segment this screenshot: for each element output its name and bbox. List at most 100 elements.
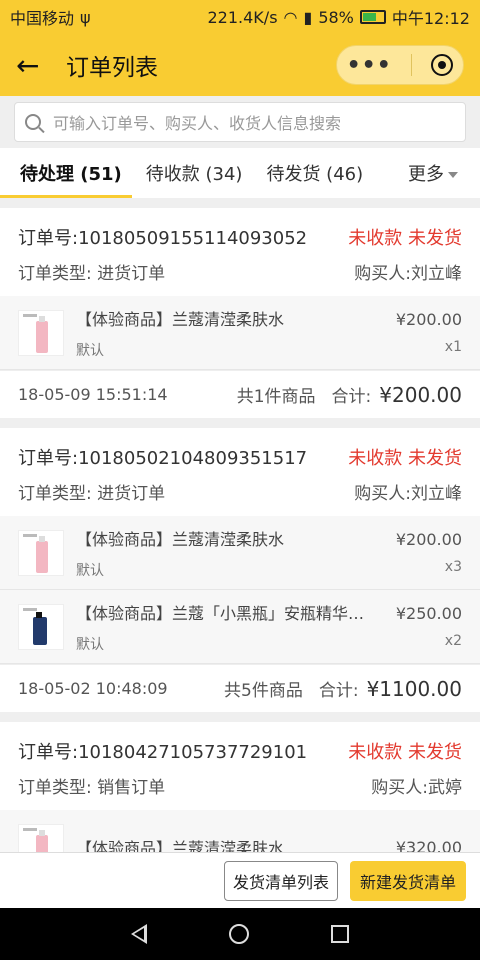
new-shipping-list-button[interactable]: 新建发货清单 [350,861,466,901]
order-header: 订单号:10180509155114093052 未收款 未发货 订单类型: 进… [0,208,480,296]
battery-icon [359,10,386,24]
order-type: 订单类型: 销售订单 [18,777,166,798]
nav-bar: ← 订单列表 ••• [0,34,480,96]
order-total-label: 合计: [331,387,372,407]
item-qty: x3 [444,559,462,575]
order-total-value: ¥1100.00 [366,677,462,701]
usb-icon: ψ [80,7,91,27]
order-number: 订单号:10180502104809351517 [18,448,308,469]
page-title: 订单列表 [66,55,158,81]
item-info: 【体验商品】兰蔻清滢柔肤水 默认 [76,526,396,580]
item-qty: x1 [444,339,462,355]
item-qty: x2 [444,633,462,649]
shipping-list-button[interactable]: 发货清单列表 [224,861,338,901]
tab-awaiting-shipment[interactable]: 待发货 (46) [266,148,363,198]
capsule-divider [411,54,413,76]
chevron-down-icon [448,172,458,178]
product-thumbnail [18,529,64,576]
order-total: 合计: ¥1100.00 [319,676,462,701]
order-row-meta: 订单类型: 进货订单 购买人:刘立峰 [18,254,462,288]
search-placeholder: 可输入订单号、购买人、收货人信息搜索 [53,114,342,133]
item-name: 【体验商品】兰蔻「小黑瓶」安瓶精华… [76,603,365,623]
battery-percent: 58% [318,7,354,27]
order-list: 订单号:10180509155114093052 未收款 未发货 订单类型: 进… [0,208,480,894]
item-info: 【体验商品】兰蔻「小黑瓶」安瓶精华… 默认 [76,600,396,654]
product-thumbnail [18,603,64,650]
item-sku: 默认 [76,562,104,579]
order-card[interactable]: 订单号:10180502104809351517 未收款 未发货 订单类型: 进… [0,428,480,712]
item-name: 【体验商品】兰蔻清滢柔肤水 [76,309,285,329]
order-item-count: 共5件商品 [224,681,303,701]
search-icon [25,114,41,130]
item-info: 【体验商品】兰蔻清滢柔肤水 默认 [76,306,396,360]
brand-logo-icon [23,607,37,611]
order-number: 订单号:10180509155114093052 [18,228,308,249]
item-sku: 默认 [76,636,104,653]
wifi-icon: ◠ [283,7,298,27]
order-row-top: 订单号:10180427105737729101 未收款 未发货 [18,734,462,768]
order-item-count: 共1件商品 [236,387,316,407]
order-footer: 18-05-02 10:48:09 共5件商品 合计: ¥1100.00 [0,664,480,712]
brand-logo-icon [23,313,37,317]
brand-logo-icon [23,828,37,831]
network-speed: 221.4K/s [207,7,278,27]
miniprogram-capsule: ••• [336,45,464,85]
order-row-meta: 订单类型: 销售订单 购买人:武婷 [18,768,462,802]
status-bar: 中国移动 ψ 221.4K/s ◠ ▮ 58% 中午12:12 [0,0,480,34]
order-total: 合计: ¥200.00 [332,382,462,407]
system-home-icon[interactable] [229,924,249,944]
item-sku: 默认 [76,342,104,359]
carrier-label: 中国移动 [10,9,75,28]
order-total-label: 合计: [318,681,359,701]
clock: 中午12:12 [391,9,470,28]
tab-awaiting-payment[interactable]: 待收款 (34) [146,148,243,198]
order-card[interactable]: 订单号:10180509155114093052 未收款 未发货 订单类型: 进… [0,208,480,418]
system-recents-icon[interactable] [331,925,349,943]
order-item[interactable]: 【体验商品】兰蔻「小黑瓶」安瓶精华… 默认 ¥250.00 x2 [0,590,480,664]
close-miniprogram-icon[interactable] [431,54,454,76]
more-options-button[interactable]: ••• [347,53,392,78]
tab-more-label: 更多 [408,164,444,185]
toner-bottle-icon [36,535,48,573]
toner-bottle-icon [36,315,48,353]
order-date: 18-05-09 15:51:14 [18,385,168,404]
order-total-value: ¥200.00 [379,383,462,407]
order-footer: 18-05-09 15:51:14 共1件商品 合计: ¥200.00 [0,370,480,418]
order-row-meta: 订单类型: 进货订单 购买人:刘立峰 [18,474,462,508]
status-tabs: 待处理 (51) 待收款 (34) 待发货 (46) 更多 [0,148,480,198]
order-buyer: 购买人:武婷 [371,777,462,798]
search-input[interactable]: 可输入订单号、购买人、收货人信息搜索 [14,102,466,142]
order-item[interactable]: 【体验商品】兰蔻清滢柔肤水 默认 ¥200.00 x1 [0,296,480,370]
tab-more-dropdown[interactable]: 更多 [408,160,458,186]
brand-logo-icon [23,533,37,537]
order-status: 未收款 未发货 [348,448,462,469]
serum-bottle-icon [33,611,47,645]
order-type: 订单类型: 进货订单 [18,483,166,504]
order-date: 18-05-02 10:48:09 [18,679,168,698]
order-status: 未收款 未发货 [348,228,462,249]
order-header: 订单号:10180502104809351517 未收款 未发货 订单类型: 进… [0,428,480,516]
item-price-block: ¥200.00 x1 [396,310,462,355]
item-price: ¥250.00 [395,604,462,623]
status-left: 中国移动 ψ [10,5,91,29]
order-buyer: 购买人:刘立峰 [354,483,462,504]
system-navigation-bar [0,908,480,960]
system-back-icon[interactable] [131,924,147,944]
order-header: 订单号:10180427105737729101 未收款 未发货 订单类型: 销… [0,722,480,810]
back-arrow-icon[interactable]: ← [16,49,50,82]
product-thumbnail [18,309,64,356]
status-right: 221.4K/s ◠ ▮ 58% 中午12:12 [208,5,471,29]
item-name: 【体验商品】兰蔻清滢柔肤水 [76,529,285,549]
order-row-top: 订单号:10180509155114093052 未收款 未发货 [18,220,462,254]
bottom-action-bar: 发货清单列表 新建发货清单 [0,852,480,908]
order-status: 未收款 未发货 [348,742,462,763]
order-item[interactable]: 【体验商品】兰蔻清滢柔肤水 默认 ¥200.00 x3 [0,516,480,590]
order-number: 订单号:10180427105737729101 [18,742,308,763]
order-buyer: 购买人:刘立峰 [354,263,462,284]
order-row-top: 订单号:10180502104809351517 未收款 未发货 [18,440,462,474]
signal-icon: ▮ [303,7,313,27]
item-price-block: ¥200.00 x3 [396,530,462,575]
item-price: ¥200.00 [395,310,462,329]
item-price-block: ¥250.00 x2 [396,604,462,649]
tab-pending[interactable]: 待处理 (51) [0,148,132,198]
